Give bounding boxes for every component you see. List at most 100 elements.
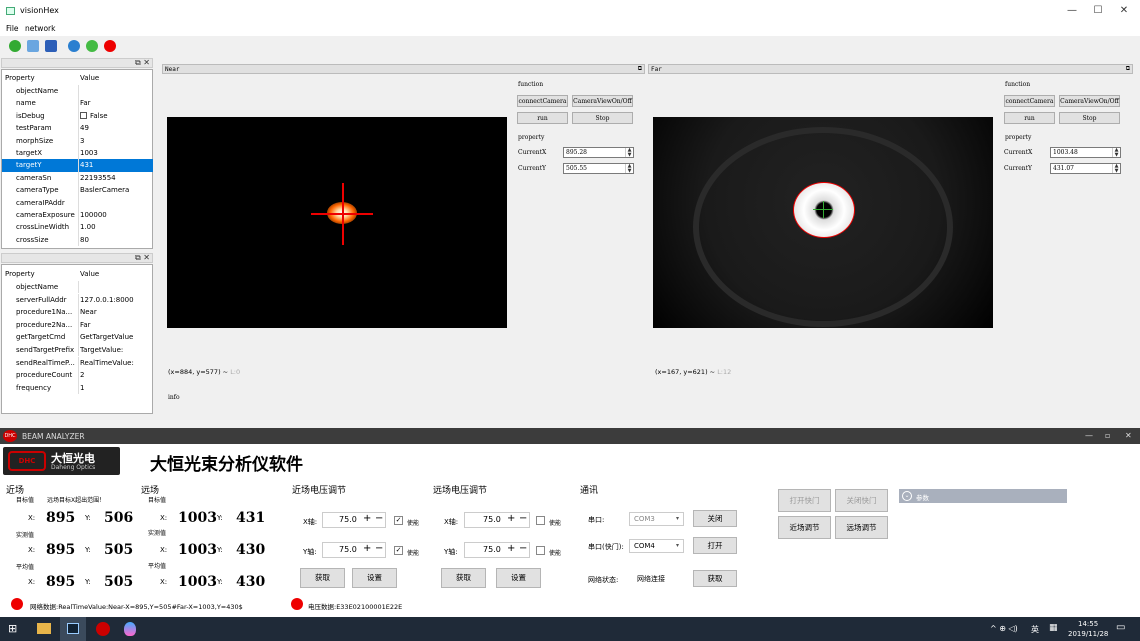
- far-currenty-spinbox[interactable]: 431.07 ▲ ▼: [1050, 163, 1121, 174]
- near-x-voltage-input[interactable]: 75.0 + −: [322, 512, 386, 528]
- far-run-button[interactable]: run: [1004, 112, 1055, 124]
- property-value[interactable]: RealTimeValue:: [80, 359, 152, 367]
- float-icon[interactable]: ⧉: [1126, 65, 1130, 73]
- shutter-port-select[interactable]: COM4 ▾: [629, 539, 684, 553]
- property-value[interactable]: 1003: [80, 149, 152, 157]
- property-row[interactable]: cameraExposure 100000: [2, 209, 153, 222]
- port-close-button[interactable]: 关闭: [693, 510, 737, 527]
- far-currentx-spinbox[interactable]: 1003.48 ▲ ▼: [1050, 147, 1121, 158]
- property-row[interactable]: sendRealTimeP... RealTimeValue:: [2, 356, 153, 369]
- tray-icons[interactable]: ^ ⊕ ◁): [990, 624, 1018, 633]
- folder-icon[interactable]: [27, 40, 39, 52]
- keyboard-icon[interactable]: ▦: [1049, 623, 1058, 633]
- far-y-enable-checkbox[interactable]: [536, 546, 545, 555]
- property-value[interactable]: Far: [80, 99, 152, 107]
- ime-lang[interactable]: 英: [1031, 624, 1039, 635]
- spin-arrows-icon[interactable]: ▲ ▼: [625, 164, 633, 173]
- property-value[interactable]: TargetValue:: [80, 346, 152, 354]
- near-run-button[interactable]: run: [517, 112, 568, 124]
- property-row[interactable]: targetY 431: [2, 159, 153, 172]
- property-row[interactable]: targetX 1003: [2, 147, 153, 160]
- near-stop-button[interactable]: Stop: [572, 112, 633, 124]
- property-value[interactable]: 3: [80, 137, 152, 145]
- shutter-open-button[interactable]: 打开: [693, 537, 737, 554]
- property-row[interactable]: cameraType BaslerCamera: [2, 184, 153, 197]
- property-row[interactable]: objectName: [2, 281, 153, 294]
- far-get-button[interactable]: 获取: [441, 568, 486, 588]
- minus-icon[interactable]: −: [375, 513, 383, 524]
- windows-start-icon[interactable]: ⊞: [8, 622, 17, 635]
- play-icon[interactable]: [86, 40, 98, 52]
- near-y-voltage-input[interactable]: 75.0 + −: [322, 542, 386, 558]
- property-value[interactable]: 2: [80, 371, 152, 379]
- far-x-voltage-input[interactable]: 75.0 + −: [464, 512, 530, 528]
- plus-icon[interactable]: +: [507, 543, 515, 554]
- minus-icon[interactable]: −: [519, 513, 527, 524]
- spin-arrows-icon[interactable]: ▲ ▼: [1112, 148, 1120, 157]
- property-row[interactable]: procedureCount 2: [2, 369, 153, 382]
- property-value[interactable]: 127.0.0.1:8000: [80, 296, 152, 304]
- refresh-icon[interactable]: [68, 40, 80, 52]
- near-connect-camera-button[interactable]: connectCamera: [517, 95, 568, 107]
- plus-icon[interactable]: +: [363, 543, 371, 554]
- beam-analyzer-taskbar-icon[interactable]: [96, 622, 110, 636]
- property-row[interactable]: crossLineWidth 1.00: [2, 221, 153, 234]
- float-close-icon[interactable]: ⧉ ✕: [135, 58, 150, 68]
- property-row[interactable]: morphSize 3: [2, 134, 153, 147]
- plus-icon[interactable]: +: [507, 513, 515, 524]
- far-stop-button[interactable]: Stop: [1059, 112, 1120, 124]
- minus-icon[interactable]: −: [375, 543, 383, 554]
- property-row[interactable]: cameraSn 22193554: [2, 171, 153, 185]
- minimize-button[interactable]: —: [1085, 431, 1093, 440]
- float-icon[interactable]: ⧉: [638, 65, 642, 73]
- property-value[interactable]: Near: [80, 308, 152, 316]
- app-taskbar-icon[interactable]: [124, 622, 136, 636]
- property-value[interactable]: BaslerCamera: [80, 186, 152, 194]
- notification-icon[interactable]: ▭: [1116, 622, 1125, 633]
- property-row[interactable]: objectName: [2, 85, 153, 98]
- port-select[interactable]: COM3 ▾: [629, 512, 684, 526]
- property-row[interactable]: procedure2Na... Far: [2, 318, 153, 332]
- property-row[interactable]: frequency 1: [2, 381, 153, 395]
- property-row[interactable]: getTargetCmd GetTargetValue: [2, 331, 153, 344]
- property-value[interactable]: Far: [80, 321, 152, 329]
- close-shutter-button[interactable]: 关闭快门: [835, 489, 888, 512]
- near-currentx-spinbox[interactable]: 895.28 ▲ ▼: [563, 147, 634, 158]
- near-y-enable-checkbox[interactable]: ✓: [394, 546, 403, 555]
- property-value[interactable]: 431: [80, 161, 152, 169]
- close-button[interactable]: ✕: [1125, 431, 1132, 440]
- property-row[interactable]: cameraIPAddr: [2, 196, 153, 209]
- maximize-button[interactable]: ▫: [1105, 431, 1110, 440]
- spin-arrows-icon[interactable]: ▲ ▼: [1112, 164, 1120, 173]
- save-icon[interactable]: [45, 40, 57, 52]
- property-row[interactable]: testParam 49: [2, 122, 153, 135]
- spin-arrows-icon[interactable]: ▲ ▼: [625, 148, 633, 157]
- property-row[interactable]: crossSize 80: [2, 233, 153, 247]
- isdebug-checkbox[interactable]: [80, 111, 87, 119]
- property-value[interactable]: 100000: [80, 211, 152, 219]
- near-get-button[interactable]: 获取: [300, 568, 345, 588]
- far-y-voltage-input[interactable]: 75.0 + −: [464, 542, 530, 558]
- minimize-button[interactable]: —: [1061, 3, 1083, 19]
- plus-icon[interactable]: +: [363, 513, 371, 524]
- property-row[interactable]: name Far: [2, 97, 153, 110]
- chevron-down-icon[interactable]: ⌄: [902, 491, 912, 501]
- near-currenty-spinbox[interactable]: 505.55 ▲ ▼: [563, 163, 634, 174]
- near-x-enable-checkbox[interactable]: ✓: [394, 516, 403, 525]
- maximize-button[interactable]: ☐: [1087, 3, 1109, 19]
- clock-date[interactable]: 2019/11/28: [1068, 630, 1108, 638]
- property-value[interactable]: 1: [80, 384, 152, 392]
- far-connect-camera-button[interactable]: connectCamera: [1004, 95, 1055, 107]
- net-get-button[interactable]: 获取: [693, 570, 737, 587]
- property-value[interactable]: 49: [80, 124, 152, 132]
- clock-time[interactable]: 14:55: [1078, 620, 1098, 628]
- taskbar-active-app[interactable]: [60, 617, 86, 641]
- property-value[interactable]: 22193554: [80, 174, 152, 182]
- property-value[interactable]: 80: [80, 236, 152, 244]
- near-adjust-button[interactable]: 近场调节: [778, 516, 831, 539]
- near-camera-view-button[interactable]: CameraViewOn/Off: [572, 95, 633, 107]
- property-value[interactable]: False: [80, 111, 152, 120]
- far-x-enable-checkbox[interactable]: [536, 516, 545, 525]
- open-shutter-button[interactable]: 打开快门: [778, 489, 831, 512]
- near-set-button[interactable]: 设置: [352, 568, 397, 588]
